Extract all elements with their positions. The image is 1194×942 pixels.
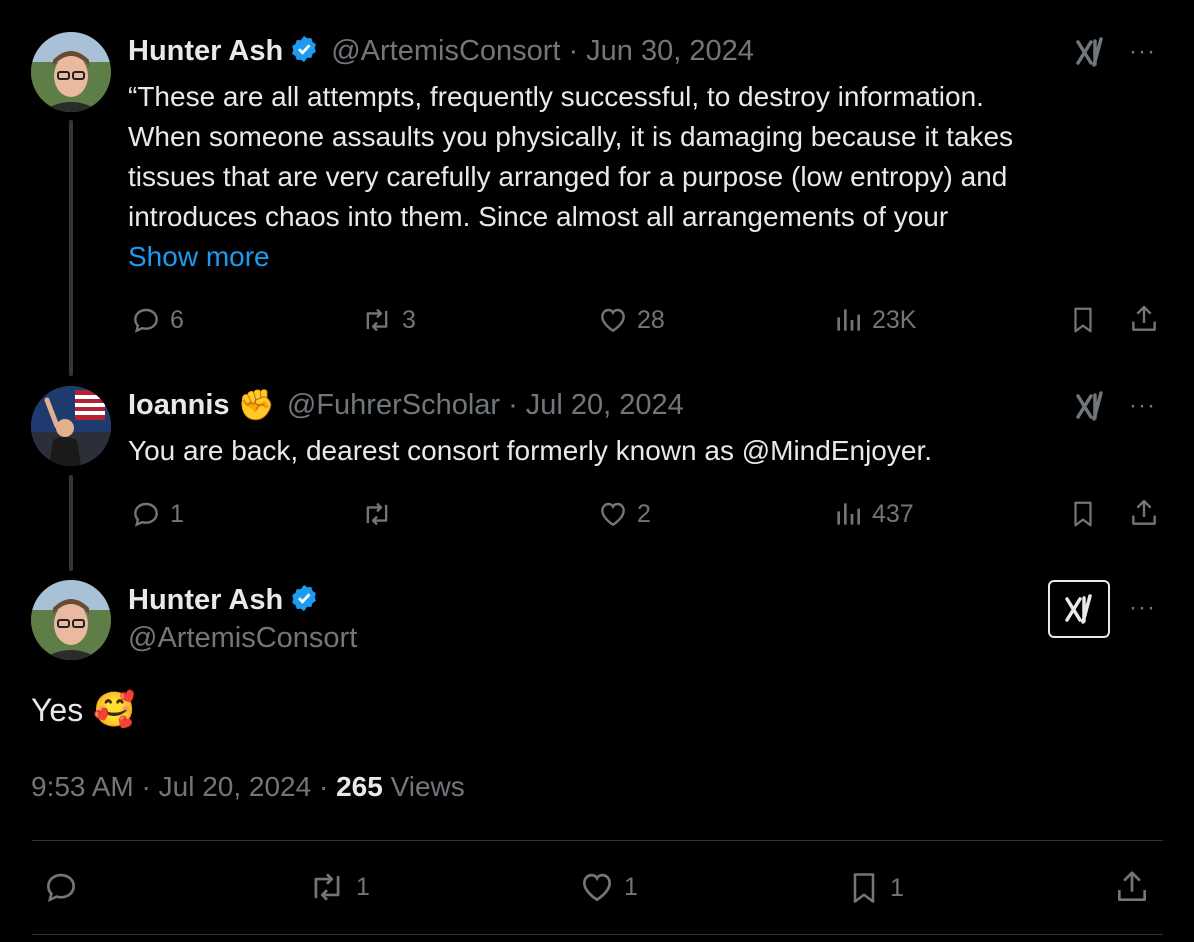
separator: ·	[508, 389, 518, 421]
main-header-name: Hunter Ash	[128, 583, 319, 618]
divider	[32, 934, 1163, 935]
tweet-text: Yes	[31, 691, 84, 728]
repost-button[interactable]: 1	[306, 868, 370, 906]
bookmark-icon[interactable]	[1068, 304, 1098, 341]
tweet2-body: You are back, dearest consort formerly k…	[128, 435, 933, 466]
tweet-time[interactable]: 9:53 AM	[31, 771, 134, 802]
share-icon[interactable]	[1128, 496, 1160, 535]
like-icon	[597, 498, 629, 530]
like-button[interactable]: 28	[597, 304, 665, 336]
avatar[interactable]	[31, 32, 111, 112]
views-button[interactable]: 23K	[832, 304, 916, 336]
author-name[interactable]: Hunter Ash	[128, 35, 283, 68]
like-button[interactable]: 2	[597, 498, 651, 530]
author-name[interactable]: Hunter Ash	[128, 584, 283, 617]
tweet1-header: Hunter Ash @ArtemisConsort · Jun 30, 202…	[128, 34, 754, 69]
reply-button[interactable]	[42, 868, 88, 906]
views-count: 265	[336, 771, 383, 802]
more-icon[interactable]: ···	[1129, 594, 1156, 622]
repost-count: 1	[356, 872, 370, 901]
like-count: 2	[637, 499, 651, 528]
views-label: Views	[390, 771, 465, 802]
author-handle[interactable]: @FuhrerScholar	[287, 389, 500, 422]
tweet-meta: 9:53 AM · Jul 20, 2024 · 265 Views	[31, 771, 465, 803]
bookmark-icon	[846, 868, 882, 908]
like-icon	[597, 304, 629, 336]
reply-count: 6	[170, 305, 184, 334]
reply-button[interactable]: 1	[130, 498, 184, 530]
thread-line	[69, 120, 73, 376]
tweet-date[interactable]: Jul 20, 2024	[526, 389, 684, 422]
grok-icon[interactable]	[1072, 388, 1108, 424]
views-count: 437	[872, 499, 914, 528]
verified-icon	[289, 583, 319, 618]
tweet-text-line: introduces chaos into them. Since almost…	[128, 201, 949, 232]
fist-emoji: ✊	[237, 389, 275, 422]
separator: ·	[141, 771, 151, 802]
divider	[32, 840, 1163, 841]
repost-button[interactable]: 3	[360, 304, 416, 336]
share-icon[interactable]	[1113, 866, 1151, 913]
bookmark-icon[interactable]	[1068, 498, 1098, 535]
reply-count: 1	[170, 499, 184, 528]
avatar[interactable]	[31, 386, 111, 466]
author-handle[interactable]: @ArtemisConsort	[128, 622, 357, 655]
reply-icon	[130, 498, 162, 530]
tweet-text-line: When someone assaults you physically, it…	[128, 121, 1014, 152]
reply-button[interactable]: 6	[130, 304, 184, 336]
show-more-link[interactable]: Show more	[128, 237, 1138, 277]
avatar[interactable]	[31, 580, 111, 660]
tweet2-header: Ioannis ✊ @FuhrerScholar · Jul 20, 2024	[128, 388, 684, 423]
repost-button[interactable]	[360, 498, 402, 530]
main-tweet-text: Yes 🥰	[31, 690, 136, 730]
grok-icon[interactable]	[1072, 34, 1108, 70]
grok-icon[interactable]	[1048, 580, 1110, 638]
views-icon	[832, 304, 864, 336]
like-button[interactable]: 1	[578, 868, 638, 906]
author-name[interactable]: Ioannis	[128, 389, 230, 422]
share-icon[interactable]	[1128, 302, 1160, 341]
repost-icon	[360, 304, 394, 336]
views-count: 23K	[872, 305, 917, 334]
tweet-text-line: “These are all attempts, frequently succ…	[128, 81, 984, 112]
verified-icon	[289, 34, 319, 69]
bookmark-count: 1	[890, 873, 904, 902]
more-icon[interactable]: ···	[1129, 392, 1156, 420]
like-icon	[578, 868, 616, 906]
tweet-date[interactable]: Jul 20, 2024	[159, 771, 312, 802]
tweet-date[interactable]: Jun 30, 2024	[586, 35, 754, 68]
like-count: 28	[637, 305, 665, 334]
repost-icon	[360, 498, 394, 530]
repost-icon	[306, 868, 348, 906]
separator: ·	[568, 35, 579, 67]
bookmark-button[interactable]: 1	[846, 868, 904, 908]
like-count: 1	[624, 872, 638, 901]
thread-line	[69, 475, 73, 571]
views-button[interactable]: 437	[832, 498, 914, 530]
author-handle[interactable]: @ArtemisConsort	[331, 35, 560, 68]
views-icon	[832, 498, 864, 530]
reply-icon	[130, 304, 162, 336]
tweet1-body: “These are all attempts, frequently succ…	[128, 77, 1138, 277]
reply-icon	[42, 868, 80, 906]
repost-count: 3	[402, 305, 416, 334]
smiling-hearts-emoji: 🥰	[93, 691, 136, 729]
separator: ·	[318, 771, 329, 802]
more-icon[interactable]: ···	[1129, 38, 1156, 66]
tweet-text-line: tissues that are very carefully arranged…	[128, 161, 1008, 192]
